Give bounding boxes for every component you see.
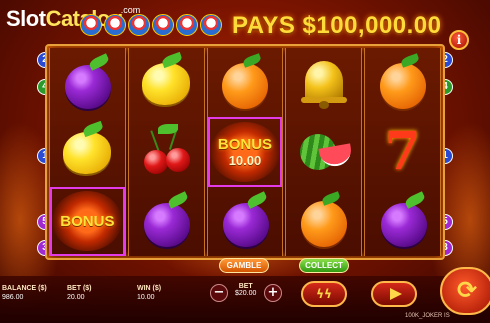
- game-id-footer: 100K_JOKER IS: [405, 313, 450, 319]
- bonus-value: 10.00: [228, 152, 262, 168]
- orange-icon: [296, 191, 352, 249]
- joker-icon: [128, 14, 150, 36]
- autoplay-button[interactable]: [371, 281, 417, 307]
- reel-cell: [286, 187, 361, 256]
- play-icon: [390, 288, 402, 300]
- lemon-icon: [59, 120, 115, 180]
- reel-cell: [365, 187, 440, 256]
- joker-icon: [152, 14, 174, 36]
- reel-3: BONUS 10.00: [206, 48, 284, 256]
- spin-arrows-icon: ⟳: [456, 276, 478, 304]
- reel-cell: [208, 187, 283, 256]
- logo-slot-text: Slot: [6, 6, 46, 31]
- orange-icon: [375, 52, 431, 111]
- turbo-button[interactable]: ϟϟ: [301, 281, 347, 307]
- info-button[interactable]: i: [449, 30, 469, 50]
- bet-selector-value: $20.00: [235, 290, 257, 297]
- collect-button[interactable]: COLLECT: [299, 258, 349, 273]
- seven-icon: 7: [384, 120, 421, 182]
- reel-1: BONUS: [49, 48, 126, 256]
- jackpot-banner: PAYS $100,000.00: [232, 12, 442, 39]
- balance-display: BALANCE ($) 986.00: [2, 285, 47, 301]
- watermelon-icon: [296, 124, 354, 180]
- win-value: 10.00: [137, 294, 155, 301]
- bonus-icon: BONUS 10.00: [209, 121, 280, 182]
- lightning-icon: ϟϟ: [316, 287, 332, 301]
- reel-cell-winning: BONUS 10.00: [207, 117, 283, 187]
- reel-cell-winning: BONUS: [50, 186, 125, 256]
- win-display: WIN ($) 10.00: [137, 285, 161, 301]
- bonus-label: BONUS: [60, 212, 115, 230]
- balance-label: BALANCE ($): [2, 285, 47, 292]
- reel-5: 7: [364, 48, 441, 256]
- lemon-icon: [138, 51, 194, 111]
- cherry-icon: [138, 123, 194, 180]
- bet-value: 20.00: [67, 294, 85, 301]
- reel-cell: [208, 48, 283, 117]
- bet-increase-button[interactable]: +: [264, 284, 282, 302]
- spin-button[interactable]: ⟳: [440, 267, 490, 315]
- bell-icon: [296, 55, 352, 111]
- joker-icon: [200, 14, 222, 36]
- reel-4: [285, 48, 363, 256]
- joker-icon: [176, 14, 198, 36]
- bonus-icon: BONUS: [52, 191, 123, 252]
- bet-selector: BET $20.00: [235, 283, 256, 297]
- bet-display: BET ($) 20.00: [67, 285, 92, 301]
- reel-cell: [286, 117, 361, 186]
- reels-grid: BONUS BONUS 10.00 7: [45, 44, 445, 260]
- gamble-button[interactable]: GAMBLE: [219, 258, 269, 273]
- reel-cell: [129, 187, 204, 256]
- joker-icon: [104, 14, 126, 36]
- reel-cell: [129, 48, 204, 117]
- bet-label: BET ($): [67, 285, 92, 292]
- reel-cell: [365, 48, 440, 117]
- plum-icon: [59, 52, 115, 111]
- win-label: WIN ($): [137, 285, 162, 292]
- reel-cell: [129, 117, 204, 186]
- reel-cell: [50, 117, 125, 186]
- joker-mascots: [80, 14, 222, 36]
- balance-value: 986.00: [2, 294, 24, 301]
- bonus-label: BONUS: [217, 135, 273, 153]
- orange-icon: [217, 52, 273, 111]
- reel-cell: [286, 48, 361, 117]
- reel-2: [127, 48, 205, 256]
- bet-selector-label: BET: [238, 283, 253, 290]
- plum-icon: [138, 191, 194, 249]
- plum-icon: [375, 191, 431, 249]
- plum-icon: [217, 191, 273, 249]
- joker-icon: [80, 14, 102, 36]
- reel-cell: 7: [365, 117, 440, 186]
- reel-cell: [50, 48, 125, 117]
- bet-decrease-button[interactable]: −: [210, 284, 228, 302]
